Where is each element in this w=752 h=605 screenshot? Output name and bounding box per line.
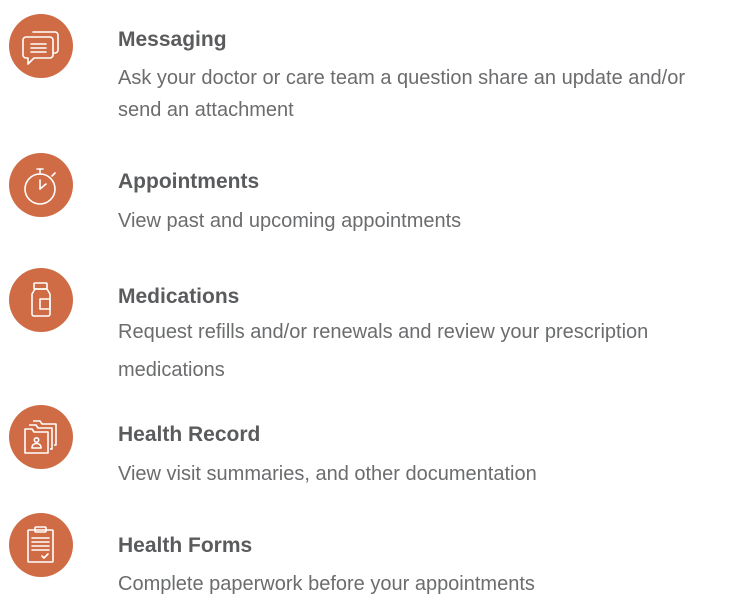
feature-description: Complete paperwork before your appointme… xyxy=(118,573,535,595)
folders-icon xyxy=(9,405,73,469)
feature-title: Health Forms xyxy=(118,534,253,557)
clipboard-icon xyxy=(9,513,73,577)
feature-health-record[interactable]: Health Record View visit summaries, and … xyxy=(0,390,752,500)
feature-title: Appointments xyxy=(118,170,260,193)
feature-description: Ask your doctor or care team a question … xyxy=(118,67,686,121)
feature-messaging[interactable]: Messaging Ask your doctor or care team a… xyxy=(0,0,752,130)
feature-description: View past and upcoming appointments xyxy=(118,210,462,232)
feature-title: Messaging xyxy=(118,28,227,51)
feature-appointments[interactable]: Appointments View past and upcoming appo… xyxy=(0,140,752,250)
stopwatch-icon xyxy=(9,153,73,217)
medicine-bottle-icon xyxy=(9,268,73,332)
feature-description: Request refills and/or renewals and revi… xyxy=(118,321,649,381)
feature-health-forms[interactable]: Health Forms Complete paperwork before y… xyxy=(0,495,752,605)
feature-description: View visit summaries, and other document… xyxy=(118,463,537,485)
feature-title: Medications xyxy=(118,285,240,308)
feature-medications[interactable]: Medications Request refills and/or renew… xyxy=(0,255,752,385)
feature-title: Health Record xyxy=(118,423,261,446)
chat-bubbles-icon xyxy=(9,14,73,78)
